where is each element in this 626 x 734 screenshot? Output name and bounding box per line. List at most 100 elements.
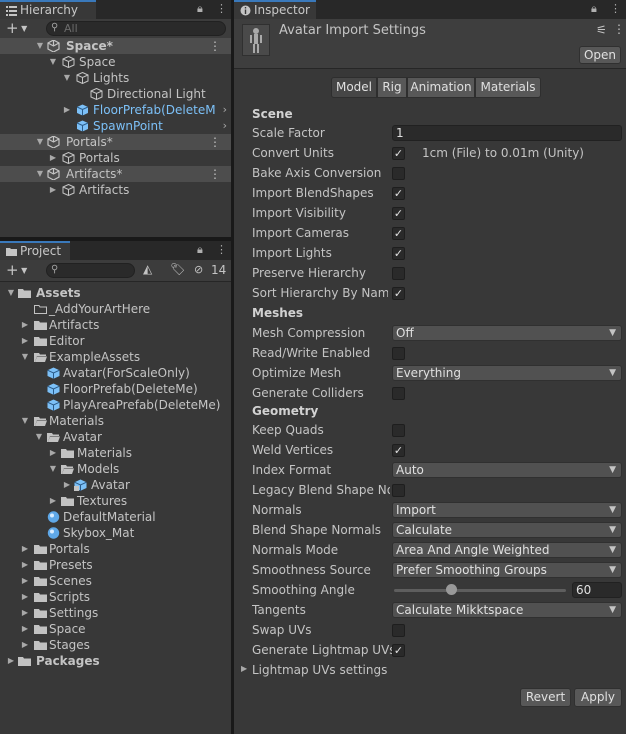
project-row-packages[interactable]: ▶ Packages bbox=[0, 653, 231, 669]
lock-icon[interactable]: 🔒︎ bbox=[591, 2, 597, 16]
collapse-arrow-icon[interactable]: ▶ bbox=[20, 589, 30, 605]
collapse-arrow-icon[interactable]: ▶ bbox=[62, 477, 72, 493]
lock-icon[interactable]: 🔒︎ bbox=[197, 243, 203, 257]
normals-dropdown[interactable]: Import ▼ bbox=[392, 502, 622, 518]
hierarchy-row-spawnpoint[interactable]: SpawnPoint › bbox=[0, 118, 231, 134]
project-row-avatar-materials[interactable]: ▶ Materials bbox=[0, 445, 231, 461]
lock-icon[interactable]: 🔒︎ bbox=[197, 2, 203, 16]
project-row-scenes[interactable]: ▶ Scenes bbox=[0, 573, 231, 589]
hierarchy-scene-row-space[interactable]: ▼ Space* ⋮ bbox=[0, 38, 231, 54]
project-row-assets[interactable]: ▼ Assets bbox=[0, 285, 231, 301]
open-prefab-chevron-icon[interactable]: › bbox=[223, 102, 227, 118]
collapse-arrow-icon[interactable]: ▶ bbox=[20, 317, 30, 333]
tab-animation[interactable]: Animation bbox=[407, 77, 475, 98]
swap-uvs-checkbox[interactable] bbox=[392, 624, 405, 637]
legacy-blend-checkbox[interactable] bbox=[392, 484, 405, 497]
project-search-field[interactable]: ⚲ bbox=[46, 263, 135, 278]
hierarchy-row-directional-light[interactable]: Directional Light bbox=[0, 86, 231, 102]
expand-arrow-icon[interactable]: ▼ bbox=[6, 285, 16, 301]
expand-arrow-icon[interactable]: ▼ bbox=[34, 429, 44, 445]
lightmap-uvs-settings-foldout[interactable]: Lightmap UVs settings bbox=[252, 661, 387, 679]
tab-materials[interactable]: Materials bbox=[475, 77, 541, 98]
index-format-dropdown[interactable]: Auto ▼ bbox=[392, 462, 622, 478]
hierarchy-row-portals-object[interactable]: ▶ Portals bbox=[0, 150, 231, 166]
bake-axis-conversion-checkbox[interactable] bbox=[392, 167, 405, 180]
collapse-arrow-icon[interactable]: ▶ bbox=[6, 653, 16, 669]
tab-model[interactable]: Model bbox=[331, 77, 377, 98]
collapse-arrow-icon[interactable]: ▶ bbox=[20, 605, 30, 621]
project-row-scripts[interactable]: ▶ Scripts bbox=[0, 589, 231, 605]
expand-arrow-icon[interactable]: ▼ bbox=[62, 70, 72, 86]
collapse-arrow-icon[interactable]: ▶ bbox=[20, 541, 30, 557]
open-button[interactable]: Open bbox=[579, 46, 621, 64]
scene-menu-icon[interactable]: ⋮ bbox=[209, 134, 221, 150]
collapse-arrow-icon[interactable]: ▶ bbox=[20, 637, 30, 653]
apply-button[interactable]: Apply bbox=[574, 688, 622, 707]
tab-rig[interactable]: Rig bbox=[377, 77, 407, 98]
project-row-avatar-model[interactable]: ▶ Avatar bbox=[0, 477, 231, 493]
scene-menu-icon[interactable]: ⋮ bbox=[209, 166, 221, 182]
collapse-arrow-icon[interactable]: ▶ bbox=[20, 557, 30, 573]
hierarchy-scene-row-artifacts[interactable]: ▼ Artifacts* ⋮ bbox=[0, 166, 231, 182]
panel-menu-icon[interactable]: ⋮ bbox=[216, 2, 227, 15]
expand-arrow-icon[interactable]: ▼ bbox=[35, 38, 45, 54]
open-prefab-chevron-icon[interactable]: › bbox=[223, 118, 227, 134]
collapse-arrow-icon[interactable]: ▶ bbox=[48, 150, 58, 166]
read-write-checkbox[interactable] bbox=[392, 347, 405, 360]
sort-hierarchy-checkbox[interactable]: ✓ bbox=[392, 287, 405, 300]
search-by-type-icon[interactable]: ◭ bbox=[143, 262, 152, 276]
collapse-arrow-icon[interactable]: ▶ bbox=[48, 493, 58, 509]
convert-units-checkbox[interactable]: ✓ bbox=[392, 147, 405, 160]
generate-colliders-checkbox[interactable] bbox=[392, 387, 405, 400]
collapse-arrow-icon[interactable]: ▶ bbox=[48, 182, 58, 198]
project-row-textures[interactable]: ▶ Textures bbox=[0, 493, 231, 509]
project-row-floorprefab[interactable]: FloorPrefab(DeleteMe) bbox=[0, 381, 231, 397]
panel-menu-icon[interactable]: ⋮ bbox=[610, 2, 621, 15]
tab-hierarchy[interactable]: Hierarchy bbox=[0, 0, 96, 19]
project-row-editor[interactable]: ▶ Editor bbox=[0, 333, 231, 349]
expand-arrow-icon[interactable]: ▼ bbox=[35, 134, 45, 150]
expand-arrow-icon[interactable]: ▼ bbox=[35, 166, 45, 182]
preserve-hierarchy-checkbox[interactable] bbox=[392, 267, 405, 280]
project-row-skybox-mat[interactable]: Skybox_Mat bbox=[0, 525, 231, 541]
tangents-dropdown[interactable]: Calculate Mikktspace ▼ bbox=[392, 602, 622, 618]
expand-arrow-icon[interactable]: ▼ bbox=[48, 54, 58, 70]
collapse-arrow-icon[interactable]: ▶ bbox=[20, 573, 30, 589]
lightmap-uvs-foldout-arrow-icon[interactable]: ▶ bbox=[241, 664, 247, 673]
presets-sliders-icon[interactable]: ⚟ bbox=[596, 23, 607, 37]
hidden-packages-icon[interactable]: ⊘ bbox=[194, 263, 203, 276]
expand-arrow-icon[interactable]: ▼ bbox=[48, 461, 58, 477]
mesh-compression-dropdown[interactable]: Off ▼ bbox=[392, 325, 622, 341]
hierarchy-row-floorprefab[interactable]: ▶ FloorPrefab(DeleteMe) › bbox=[0, 102, 231, 118]
create-add-button[interactable]: + ▼ bbox=[6, 261, 27, 280]
project-row-avatar-folder[interactable]: ▼ Avatar bbox=[0, 429, 231, 445]
tab-project[interactable]: Project bbox=[0, 241, 70, 260]
smoothing-angle-input[interactable]: 60 bbox=[572, 582, 622, 598]
search-by-label-icon[interactable]: 🏷︎ bbox=[170, 262, 185, 276]
panel-menu-icon[interactable]: ⋮ bbox=[216, 243, 227, 256]
weld-vertices-checkbox[interactable]: ✓ bbox=[392, 444, 405, 457]
generate-lightmap-uvs-checkbox[interactable]: ✓ bbox=[392, 644, 405, 657]
project-row-avatar-forscaleonly[interactable]: Avatar(ForScaleOnly) bbox=[0, 365, 231, 381]
keep-quads-checkbox[interactable] bbox=[392, 424, 405, 437]
collapse-arrow-icon[interactable]: ▶ bbox=[62, 102, 72, 118]
smoothness-source-dropdown[interactable]: Prefer Smoothing Groups ▼ bbox=[392, 562, 622, 578]
collapse-arrow-icon[interactable]: ▶ bbox=[48, 445, 58, 461]
project-row-models[interactable]: ▼ Models bbox=[0, 461, 231, 477]
project-row-defaultmaterial[interactable]: DefaultMaterial bbox=[0, 509, 231, 525]
expand-arrow-icon[interactable]: ▼ bbox=[20, 413, 30, 429]
project-row-materials[interactable]: ▼ Materials bbox=[0, 413, 231, 429]
collapse-arrow-icon[interactable]: ▶ bbox=[20, 333, 30, 349]
project-row-playareaprefab[interactable]: PlayAreaPrefab(DeleteMe) bbox=[0, 397, 231, 413]
import-cameras-checkbox[interactable]: ✓ bbox=[392, 227, 405, 240]
collapse-arrow-icon[interactable]: ▶ bbox=[20, 621, 30, 637]
project-row-portals[interactable]: ▶ Portals bbox=[0, 541, 231, 557]
project-row-addyourarthere[interactable]: _AddYourArtHere bbox=[0, 301, 231, 317]
optimize-mesh-dropdown[interactable]: Everything ▼ bbox=[392, 365, 622, 381]
project-row-settings[interactable]: ▶ Settings bbox=[0, 605, 231, 621]
project-row-artifacts[interactable]: ▶ Artifacts bbox=[0, 317, 231, 333]
smoothing-angle-slider-track[interactable] bbox=[394, 589, 566, 592]
normals-mode-dropdown[interactable]: Area And Angle Weighted ▼ bbox=[392, 542, 622, 558]
import-visibility-checkbox[interactable]: ✓ bbox=[392, 207, 405, 220]
header-menu-icon[interactable]: ⋮ bbox=[613, 22, 625, 36]
